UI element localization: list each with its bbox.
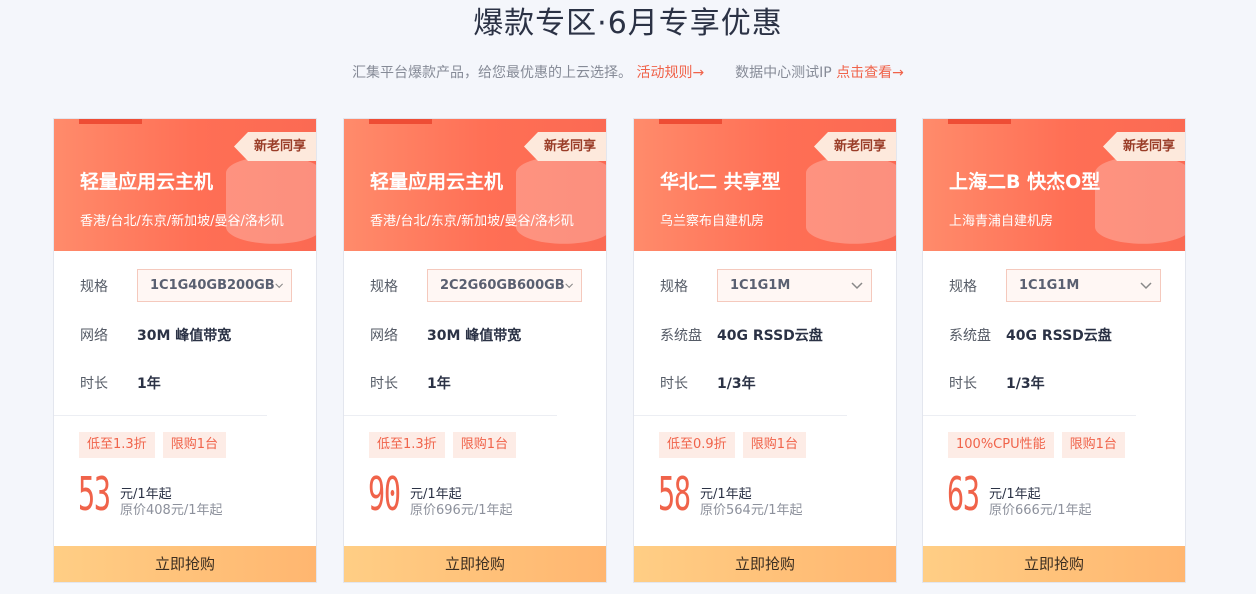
spec-select[interactable]: 1C1G1M xyxy=(717,269,872,302)
product-card: 新老同享 轻量应用云主机 香港/台北/东京/新加坡/曼谷/洛杉矶 规格 2C2G… xyxy=(343,118,607,583)
buy-now-button[interactable]: 立即抢购 xyxy=(923,546,1185,582)
price-value: 58 xyxy=(658,467,691,521)
chevron-down-icon xyxy=(565,283,573,288)
card-title: 轻量应用云主机 xyxy=(370,171,504,193)
limit-tag: 限购1台 xyxy=(452,432,516,458)
card-header: 新老同享 轻量应用云主机 香港/台北/东京/新加坡/曼谷/洛杉矶 xyxy=(54,119,316,251)
detail-value: 30M 峰值带宽 xyxy=(137,328,232,344)
detail-label: 系统盘 xyxy=(660,328,702,344)
tag-list: 100%CPU性能 限购1台 xyxy=(948,432,1125,458)
duration-row: 时长 1/3年 xyxy=(660,373,756,393)
price-value: 53 xyxy=(78,467,111,521)
detail-label: 系统盘 xyxy=(949,328,991,344)
detail-value: 30M 峰值带宽 xyxy=(427,328,522,344)
card-title: 华北二 共享型 xyxy=(660,171,781,193)
original-price: 原价696元/1年起 xyxy=(410,503,513,518)
spec-select[interactable]: 1C1G1M xyxy=(1006,269,1161,302)
limit-tag: 限购1台 xyxy=(742,432,806,458)
limit-tag: 限购1台 xyxy=(1061,432,1125,458)
spec-label: 规格 xyxy=(370,278,398,295)
buy-now-button[interactable]: 立即抢购 xyxy=(344,546,606,582)
spec-row: 规格 1C1G1M xyxy=(660,269,872,302)
promo-badge: 新老同享 xyxy=(1103,132,1185,161)
discount-tag: 低至1.3折 xyxy=(369,432,445,458)
detail-row: 系统盘 40G RSSD云盘 xyxy=(660,325,823,345)
buy-now-button[interactable]: 立即抢购 xyxy=(634,546,896,582)
spec-label: 规格 xyxy=(660,278,688,295)
chevron-down-icon xyxy=(275,283,283,288)
original-price: 原价408元/1年起 xyxy=(120,503,223,518)
spec-select[interactable]: 1C1G40GB200GB xyxy=(137,269,292,302)
duration-label: 时长 xyxy=(660,376,688,392)
promo-badge: 新老同享 xyxy=(524,132,606,161)
view-test-ip-link[interactable]: 点击查看→ xyxy=(836,65,904,81)
card-title: 上海二B 快杰O型 xyxy=(949,171,1101,193)
limit-tag: 限购1台 xyxy=(162,432,226,458)
detail-row: 网络 30M 峰值带宽 xyxy=(80,325,231,345)
divider xyxy=(923,415,1136,416)
page-title: 爆款专区·6月专享优惠 xyxy=(473,6,783,41)
duration-label: 时长 xyxy=(80,376,108,392)
spec-value: 1C1G40GB200GB xyxy=(150,278,275,293)
spec-row: 规格 1C1G1M xyxy=(949,269,1161,302)
card-header: 新老同享 华北二 共享型 乌兰察布自建机房 xyxy=(634,119,896,251)
duration-label: 时长 xyxy=(949,376,977,392)
duration-row: 时长 1年 xyxy=(370,373,451,393)
discount-tag: 低至0.9折 xyxy=(659,432,735,458)
detail-label: 网络 xyxy=(370,328,398,344)
duration-label: 时长 xyxy=(370,376,398,392)
divider xyxy=(634,415,847,416)
card-subtitle: 乌兰察布自建机房 xyxy=(660,214,765,229)
duration-value: 1年 xyxy=(427,376,451,392)
duration-row: 时长 1/3年 xyxy=(949,373,1045,393)
tag-list: 低至1.3折 限购1台 xyxy=(369,432,516,458)
spec-value: 1C1G1M xyxy=(1019,278,1080,293)
duration-value: 1/3年 xyxy=(717,376,756,392)
perf-tag: 100%CPU性能 xyxy=(948,432,1054,458)
card-title: 轻量应用云主机 xyxy=(80,171,214,193)
spec-value: 1C1G1M xyxy=(730,278,791,293)
spec-label: 规格 xyxy=(949,278,977,295)
detail-row: 网络 30M 峰值带宽 xyxy=(370,325,521,345)
chevron-down-icon xyxy=(1140,281,1152,289)
detail-value: 40G RSSD云盘 xyxy=(717,328,823,344)
spec-row: 规格 1C1G40GB200GB xyxy=(80,269,292,302)
tag-list: 低至1.3折 限购1台 xyxy=(79,432,226,458)
product-card: 新老同享 轻量应用云主机 香港/台北/东京/新加坡/曼谷/洛杉矶 规格 1C1G… xyxy=(53,118,317,583)
detail-label: 网络 xyxy=(80,328,108,344)
promo-badge: 新老同享 xyxy=(814,132,896,161)
original-price: 原价564元/1年起 xyxy=(700,503,803,518)
duration-value: 1/3年 xyxy=(1006,376,1045,392)
product-card: 新老同享 上海二B 快杰O型 上海青浦自建机房 规格 1C1G1M 系统盘 40… xyxy=(922,118,1186,583)
discount-tag: 低至1.3折 xyxy=(79,432,155,458)
spec-select[interactable]: 2C2G60GB600GB xyxy=(427,269,582,302)
card-subtitle: 香港/台北/东京/新加坡/曼谷/洛杉矶 xyxy=(80,214,284,229)
promo-badge: 新老同享 xyxy=(234,132,316,161)
price-value: 63 xyxy=(947,467,980,521)
buy-now-button[interactable]: 立即抢购 xyxy=(54,546,316,582)
detail-value: 40G RSSD云盘 xyxy=(1006,328,1112,344)
card-header: 新老同享 轻量应用云主机 香港/台北/东京/新加坡/曼谷/洛杉矶 xyxy=(344,119,606,251)
original-price: 原价666元/1年起 xyxy=(989,503,1092,518)
spec-value: 2C2G60GB600GB xyxy=(440,278,565,293)
detail-row: 系统盘 40G RSSD云盘 xyxy=(949,325,1112,345)
divider xyxy=(54,415,267,416)
duration-value: 1年 xyxy=(137,376,161,392)
price-value: 90 xyxy=(368,467,401,521)
spec-label: 规格 xyxy=(80,278,108,295)
card-subtitle: 香港/台北/东京/新加坡/曼谷/洛杉矶 xyxy=(370,214,574,229)
test-ip-text: 数据中心测试IP xyxy=(735,65,832,81)
chevron-down-icon xyxy=(851,281,863,289)
product-card: 新老同享 华北二 共享型 乌兰察布自建机房 规格 1C1G1M 系统盘 40G … xyxy=(633,118,897,583)
spec-row: 规格 2C2G60GB600GB xyxy=(370,269,582,302)
card-header: 新老同享 上海二B 快杰O型 上海青浦自建机房 xyxy=(923,119,1185,251)
page-subtitle: 汇集平台爆款产品，给您最优惠的上云选择。 活动规则→ 数据中心测试IP 点击查看… xyxy=(0,62,1256,82)
divider xyxy=(344,415,557,416)
activity-rules-link[interactable]: 活动规则→ xyxy=(637,65,705,81)
card-subtitle: 上海青浦自建机房 xyxy=(949,214,1054,229)
subtitle-text: 汇集平台爆款产品，给您最优惠的上云选择。 xyxy=(352,65,633,81)
tag-list: 低至0.9折 限购1台 xyxy=(659,432,806,458)
duration-row: 时长 1年 xyxy=(80,373,161,393)
